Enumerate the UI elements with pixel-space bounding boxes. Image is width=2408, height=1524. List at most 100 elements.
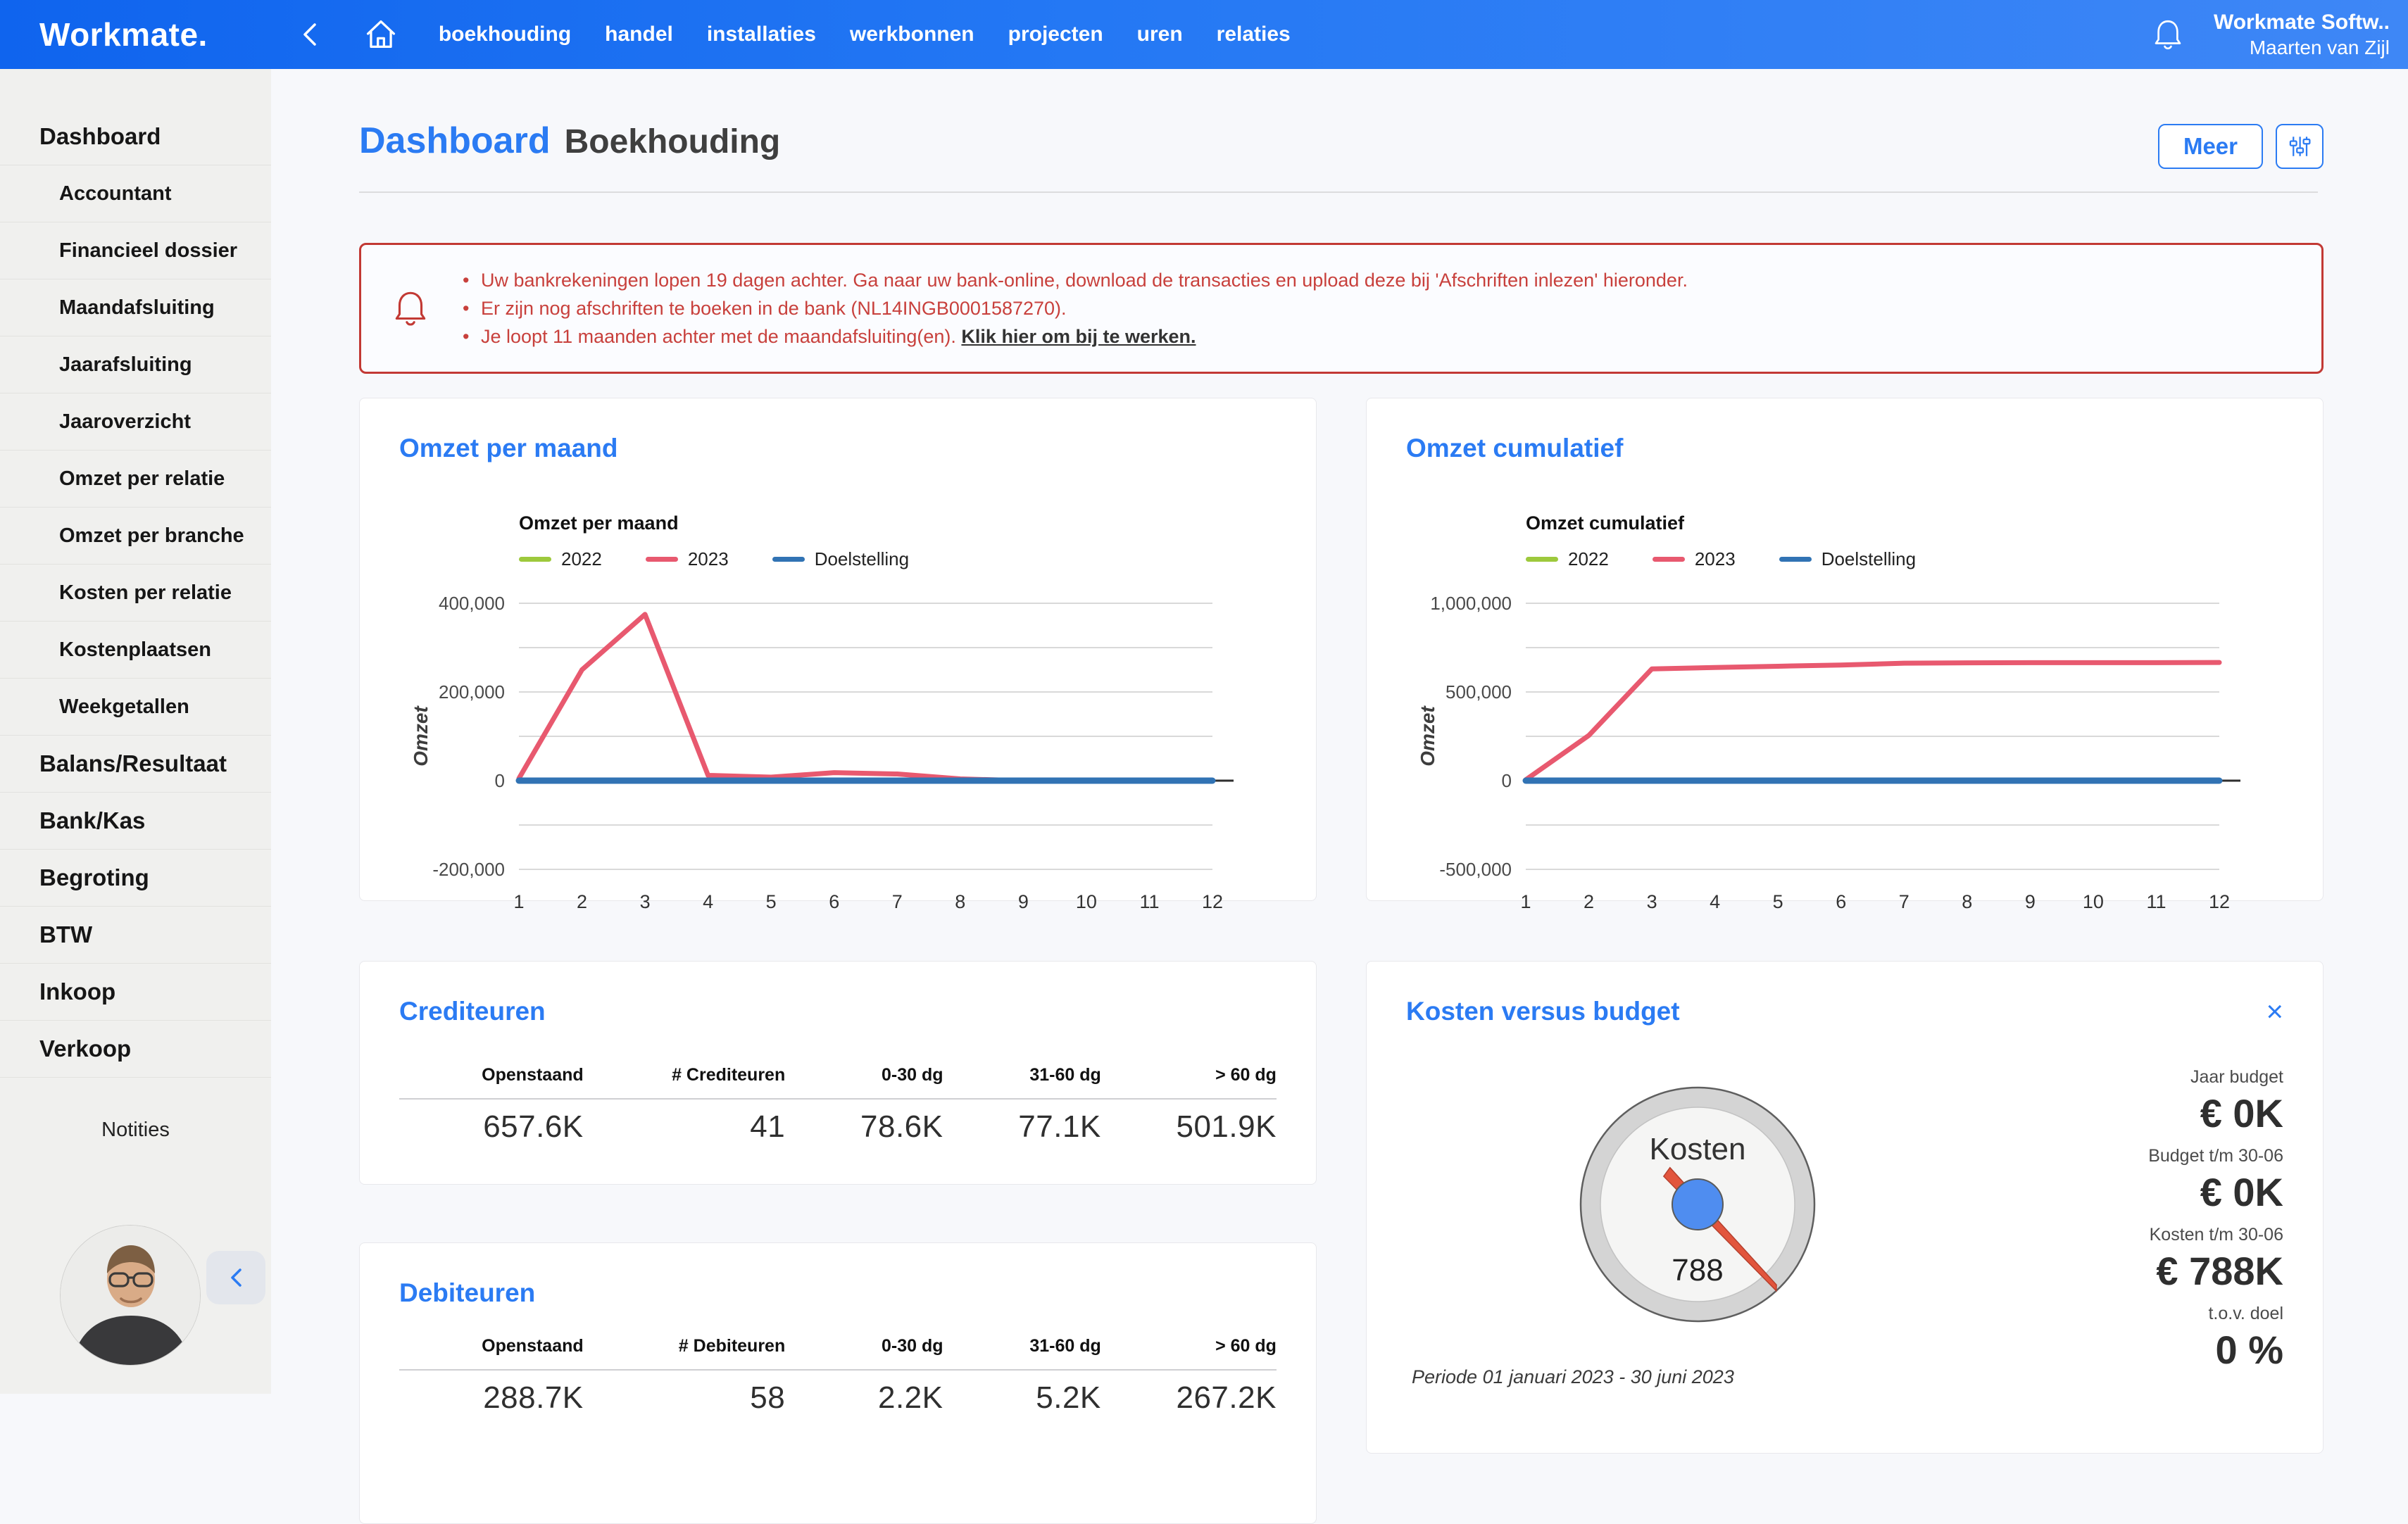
svg-text:4: 4 xyxy=(1710,891,1720,912)
chart-plot: 400,000200,0000-200,000123456789101112Om… xyxy=(399,579,1278,931)
table-value: 78.6K xyxy=(785,1109,943,1145)
header-divider xyxy=(359,191,2318,193)
topnav-item-uren[interactable]: uren xyxy=(1137,23,1183,46)
sidebar-item-omzet-per-branche[interactable]: Omzet per branche xyxy=(0,508,271,565)
svg-text:6: 6 xyxy=(1836,891,1846,912)
meer-button[interactable]: Meer xyxy=(2158,124,2263,169)
alert-link[interactable]: Klik hier om bij te werken. xyxy=(961,326,1196,347)
table-values-row: 288.7K582.2K5.2K267.2K xyxy=(399,1380,1277,1416)
svg-text:400,000: 400,000 xyxy=(439,593,505,614)
svg-text:11: 11 xyxy=(2146,891,2166,912)
svg-text:-500,000: -500,000 xyxy=(1439,859,1512,880)
gauge-hub xyxy=(1672,1179,1723,1230)
sidebar-item-kostenplaatsen[interactable]: Kostenplaatsen xyxy=(0,622,271,679)
stat-value: € 788K xyxy=(2148,1248,2283,1294)
legend-swatch xyxy=(1653,557,1685,562)
page-title[interactable]: Dashboard xyxy=(359,120,551,162)
legend-item-2022: 2022 xyxy=(519,548,602,570)
sidebar-item-begroting[interactable]: Begroting xyxy=(0,850,271,907)
chart-omzet-cumulatief: Omzet cumulatief20222023Doelstelling1,00… xyxy=(1406,512,2283,931)
alert-bullet-2: Er zijn nog afschriften te boeken in de … xyxy=(460,294,1688,322)
table-header: Openstaand xyxy=(399,1336,584,1356)
svg-text:1: 1 xyxy=(1520,891,1531,912)
chart-legend: 20222023Doelstelling xyxy=(1526,548,2283,570)
table-value: 41 xyxy=(584,1109,786,1145)
sidebar-item-jaarafsluiting[interactable]: Jaarafsluiting xyxy=(0,336,271,393)
sidebar-item-notities[interactable]: Notities xyxy=(0,1119,271,1142)
svg-text:Omzet: Omzet xyxy=(410,705,432,767)
sidebar-item-omzet-per-relatie[interactable]: Omzet per relatie xyxy=(0,451,271,508)
table-value: 58 xyxy=(584,1380,786,1416)
sidebar-item-btw[interactable]: BTW xyxy=(0,907,271,964)
svg-text:8: 8 xyxy=(955,891,965,912)
alert-bell-icon xyxy=(392,288,429,329)
svg-text:2: 2 xyxy=(1584,891,1594,912)
sidebar-item-accountant[interactable]: Accountant xyxy=(0,165,271,222)
table-header-row: Openstaand# Crediteuren0-30 dg31-60 dg> … xyxy=(399,1065,1277,1085)
sidebar-item-financieel-dossier[interactable]: Financieel dossier xyxy=(0,222,271,279)
table-header: > 60 dg xyxy=(1101,1336,1277,1356)
chart-omzet-per-maand: Omzet per maand20222023Doelstelling400,0… xyxy=(399,512,1277,931)
avatar[interactable] xyxy=(60,1225,201,1366)
legend-swatch xyxy=(1526,557,1558,562)
workmate-logo[interactable]: Workmate. xyxy=(39,15,208,53)
sidebar-collapse-button[interactable] xyxy=(206,1251,265,1304)
kosten-gauge: Kosten 788 xyxy=(1578,1085,1817,1324)
table-value: 77.1K xyxy=(943,1109,1101,1145)
table-value: 5.2K xyxy=(943,1380,1101,1416)
alert-bullet-1: Uw bankrekeningen lopen 19 dagen achter.… xyxy=(460,266,1688,294)
sidebar-item-kosten-per-relatie[interactable]: Kosten per relatie xyxy=(0,565,271,622)
legend-label: Doelstelling xyxy=(1821,548,1916,570)
table-header: 31-60 dg xyxy=(943,1336,1101,1356)
legend-item-Doelstelling: Doelstelling xyxy=(772,548,909,570)
back-chevron-icon[interactable] xyxy=(298,19,322,50)
legend-swatch xyxy=(519,557,551,562)
account-info[interactable]: Workmate Softw.. Maarten van Zijl xyxy=(2214,9,2390,61)
topbar: Workmate. boekhouding handel installaties w… xyxy=(0,0,2408,69)
svg-text:11: 11 xyxy=(1139,891,1159,912)
topnav-item-werkbonnen[interactable]: werkbonnen xyxy=(850,23,974,46)
legend-swatch xyxy=(1779,557,1812,562)
svg-text:8: 8 xyxy=(1962,891,1972,912)
sidebar-item-weekgetallen[interactable]: Weekgetallen xyxy=(0,679,271,736)
panel-omzet-cumulatief: Omzet cumulatief Omzet cumulatief2022202… xyxy=(1366,398,2324,901)
chart-plot: 1,000,000500,0000-500,000123456789101112… xyxy=(1406,579,2285,931)
topnav-item-installaties[interactable]: installaties xyxy=(707,23,816,46)
svg-text:10: 10 xyxy=(2083,891,2104,912)
svg-text:Omzet: Omzet xyxy=(1417,705,1438,767)
sidebar-item-inkoop[interactable]: Inkoop xyxy=(0,964,271,1021)
chart-title: Omzet cumulatief xyxy=(1526,512,2283,534)
sidebar-item-verkoop[interactable]: Verkoop xyxy=(0,1021,271,1078)
panel-kosten-versus-budget: Kosten versus budget × Kosten 788 Jaar b… xyxy=(1366,961,2324,1454)
table-header: # Debiteuren xyxy=(584,1336,786,1356)
sidebar-item-dashboard[interactable]: Dashboard xyxy=(0,108,271,165)
svg-text:-200,000: -200,000 xyxy=(432,859,505,880)
debiteuren-table: Openstaand# Debiteuren0-30 dg31-60 dg> 6… xyxy=(399,1336,1277,1416)
sidebar-item-bank-kas[interactable]: Bank/Kas xyxy=(0,793,271,850)
stat-block: t.o.v. doel0 % xyxy=(2148,1304,2283,1373)
table-header-row: Openstaand# Debiteuren0-30 dg31-60 dg> 6… xyxy=(399,1336,1277,1356)
sidebar-item-maandafsluiting[interactable]: Maandafsluiting xyxy=(0,279,271,336)
sidebar-item-balans-resultaat[interactable]: Balans/Resultaat xyxy=(0,736,271,793)
topnav-item-handel[interactable]: handel xyxy=(605,23,673,46)
topnav-item-relaties[interactable]: relaties xyxy=(1217,23,1291,46)
svg-text:3: 3 xyxy=(640,891,651,912)
alert-bullet-3: Je loopt 11 maanden achter met de maanda… xyxy=(460,322,1688,351)
filter-settings-button[interactable] xyxy=(2276,124,2324,169)
sidebar-item-jaaroverzicht[interactable]: Jaaroverzicht xyxy=(0,393,271,451)
table-divider xyxy=(399,1098,1277,1100)
svg-text:3: 3 xyxy=(1647,891,1657,912)
table-header: > 60 dg xyxy=(1101,1065,1277,1085)
stat-label: Budget t/m 30-06 xyxy=(2148,1146,2283,1166)
close-icon[interactable]: × xyxy=(2266,997,2283,1026)
sidebar: DashboardAccountantFinancieel dossierMaa… xyxy=(0,69,271,1394)
legend-item-2022: 2022 xyxy=(1526,548,1609,570)
topnav-item-projecten[interactable]: projecten xyxy=(1008,23,1103,46)
notification-bell-icon[interactable] xyxy=(2152,17,2184,52)
svg-text:12: 12 xyxy=(1202,891,1223,912)
svg-text:0: 0 xyxy=(1502,770,1512,791)
home-icon[interactable] xyxy=(363,16,399,53)
table-header: Openstaand xyxy=(399,1065,584,1085)
topnav-item-boekhouding[interactable]: boekhouding xyxy=(439,23,571,46)
legend-swatch xyxy=(772,557,805,562)
